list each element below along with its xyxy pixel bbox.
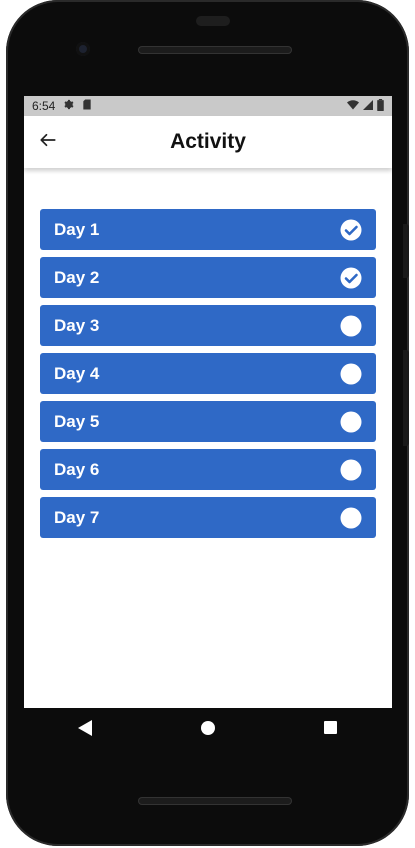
day-row[interactable]: Day 3: [40, 305, 376, 346]
day-label: Day 1: [54, 219, 100, 239]
top-speaker-grille: [138, 46, 292, 54]
gear-icon: [63, 99, 74, 113]
empty-circle-icon[interactable]: [340, 507, 362, 529]
signal-icon: [363, 99, 373, 113]
empty-circle-icon[interactable]: [340, 459, 362, 481]
volume-button: [403, 350, 409, 446]
device-screen: 6:54 Activity Day 1Day 2 Day 3 Day 4 Day…: [24, 96, 392, 708]
check-circle-icon[interactable]: [340, 219, 362, 241]
nav-recents-button[interactable]: [316, 715, 346, 745]
empty-circle-icon[interactable]: [340, 411, 362, 433]
back-button[interactable]: [36, 130, 60, 154]
wifi-icon: [347, 99, 359, 113]
day-label: Day 5: [54, 411, 100, 431]
status-time: 6:54: [32, 99, 56, 113]
back-triangle-icon: [78, 719, 93, 741]
day-row[interactable]: Day 6: [40, 449, 376, 490]
battery-icon: [377, 98, 384, 114]
day-row[interactable]: Day 1: [40, 209, 376, 250]
day-label: Day 3: [54, 315, 100, 335]
power-button: [403, 224, 409, 278]
status-bar: 6:54: [24, 96, 392, 116]
day-row[interactable]: Day 5: [40, 401, 376, 442]
day-label: Day 4: [54, 363, 100, 383]
day-row[interactable]: Day 2: [40, 257, 376, 298]
earpiece: [196, 16, 230, 26]
front-camera: [76, 42, 90, 56]
day-label: Day 6: [54, 459, 100, 479]
system-nav-bar: [24, 708, 392, 752]
app-bar: Activity: [24, 116, 392, 168]
day-row[interactable]: Day 7: [40, 497, 376, 538]
day-label: Day 2: [54, 267, 100, 287]
empty-circle-icon[interactable]: [340, 363, 362, 385]
home-circle-icon: [200, 720, 215, 740]
page-title: Activity: [170, 130, 246, 153]
arrow-left-icon: [39, 131, 57, 154]
sd-card-icon: [82, 99, 92, 113]
check-circle-icon[interactable]: [340, 267, 362, 289]
day-label: Day 7: [54, 507, 100, 527]
day-list: Day 1 Day 2 Day 3 Day 4 Day 5 Day 6 Day 7: [40, 209, 376, 545]
recents-square-icon: [324, 721, 338, 739]
empty-circle-icon[interactable]: [340, 315, 362, 337]
nav-back-button[interactable]: [70, 715, 100, 745]
bottom-speaker-grille: [138, 797, 292, 805]
nav-home-button[interactable]: [193, 715, 223, 745]
day-row[interactable]: Day 4: [40, 353, 376, 394]
